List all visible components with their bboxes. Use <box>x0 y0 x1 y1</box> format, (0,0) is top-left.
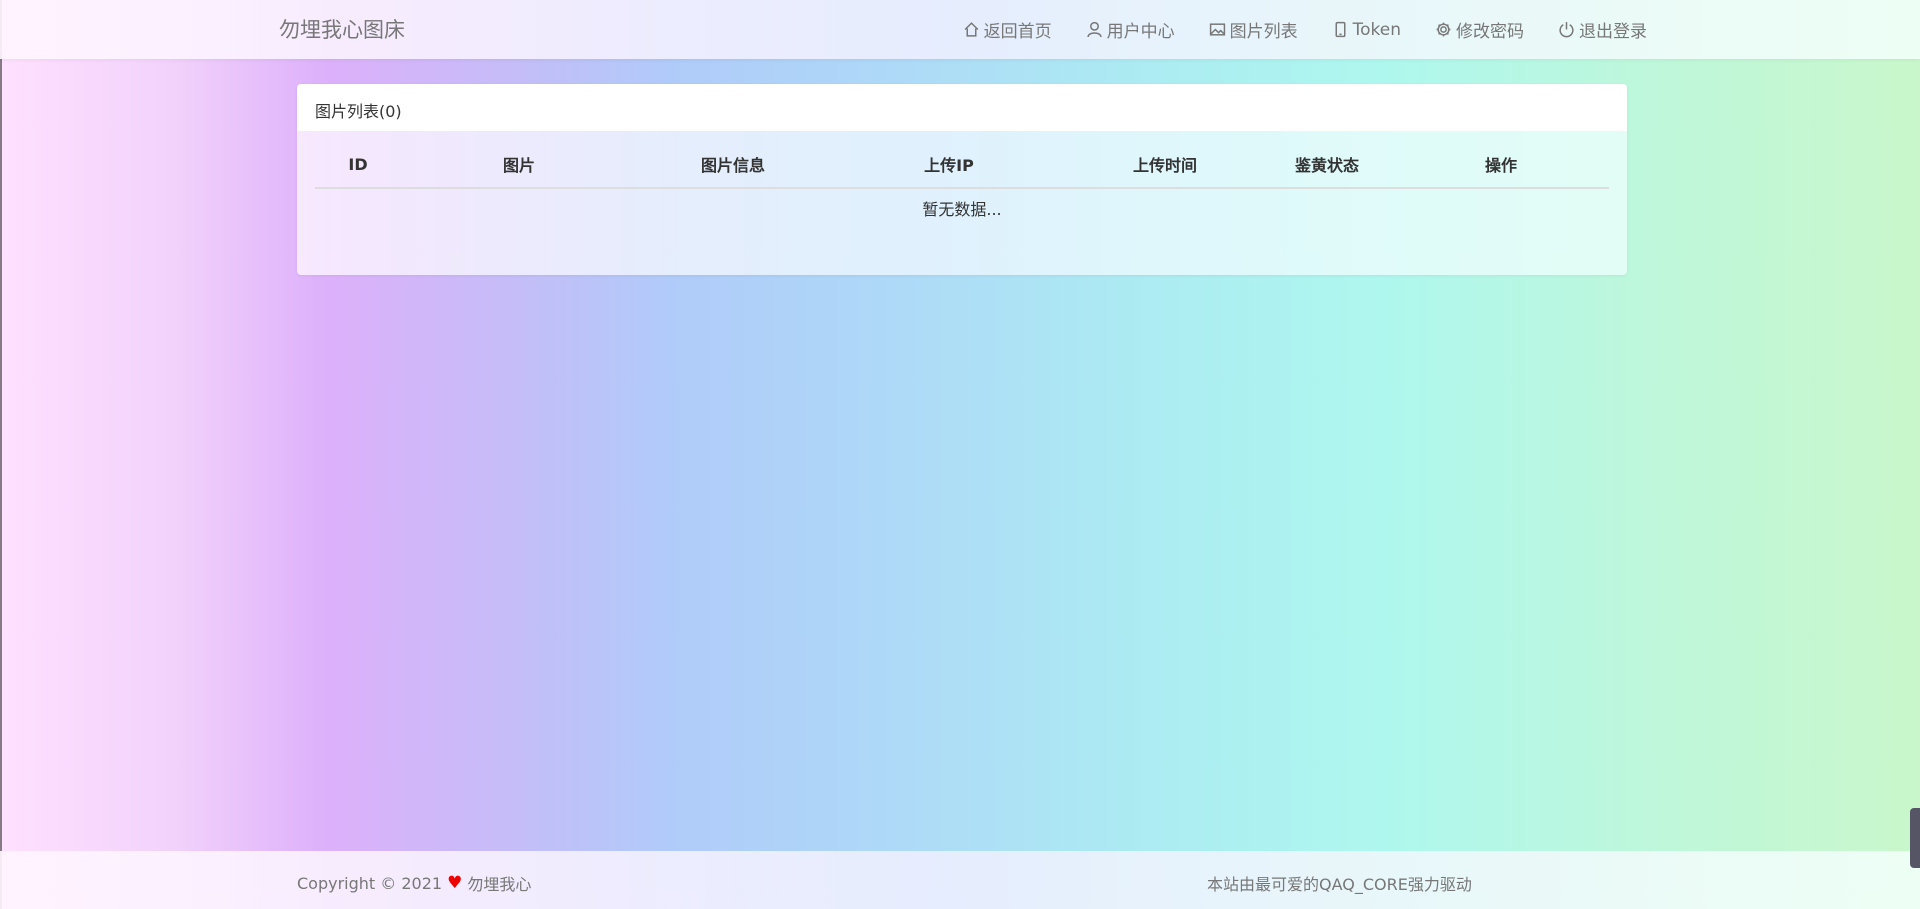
copyright-text: Copyright © 2021 <box>297 873 443 893</box>
side-scroll-handle[interactable] <box>1910 808 1920 868</box>
column-header-actions: 操作 <box>1393 141 1609 189</box>
gear-icon <box>1436 22 1451 37</box>
phone-icon <box>1335 21 1346 38</box>
table-row: 暂无数据... <box>315 188 1609 226</box>
nav-item-user-center[interactable]: 用户中心 <box>1086 17 1175 42</box>
nav-item-logout[interactable]: 退出登录 <box>1558 17 1647 42</box>
empty-state-text: 暂无数据... <box>922 199 1002 219</box>
table-header-row: ID 图片 图片信息 上传IP 上传时间 鉴黄状态 操作 <box>315 141 1609 189</box>
nav-item-label: 用户中心 <box>1106 22 1175 42</box>
user-icon <box>1087 21 1102 38</box>
nav-item-label: 图片列表 <box>1229 22 1298 42</box>
nav-item-image-list[interactable]: 图片列表 <box>1209 17 1298 42</box>
image-list-panel: 图片列表(0) ID 图片 图片信息 上传IP 上传时间 鉴黄状态 操作 暂无数… <box>297 84 1627 275</box>
nav-item-change-password[interactable]: 修改密码 <box>1435 17 1524 42</box>
window-edge <box>0 0 2 909</box>
nav-item-home[interactable]: 返回首页 <box>963 17 1052 42</box>
column-header-id: ID <box>315 141 401 189</box>
column-header-moderation-status: 鉴黄状态 <box>1261 141 1393 189</box>
nav-item-label: 修改密码 <box>1456 22 1524 42</box>
power-icon <box>1559 22 1574 38</box>
footer: Copyright © 2021 ♥ 勿埋我心 本站由最可爱的QAQ_CORE强… <box>0 851 1920 909</box>
brand-logo-text[interactable]: 勿埋我心图床 <box>279 14 405 44</box>
column-header-image-info: 图片信息 <box>637 141 829 189</box>
image-table: ID 图片 图片信息 上传IP 上传时间 鉴黄状态 操作 暂无数据... <box>315 141 1609 226</box>
home-icon <box>964 22 979 37</box>
image-icon <box>1209 23 1225 36</box>
nav-item-label: Token <box>1352 19 1401 40</box>
heart-icon: ♥ <box>447 873 463 893</box>
column-header-upload-time: 上传时间 <box>1069 141 1261 189</box>
column-header-image: 图片 <box>401 141 637 189</box>
column-header-upload-ip: 上传IP <box>829 141 1069 189</box>
top-navbar: 勿埋我心图床 返回首页 用户中心 图片列表 Token 修改密码 退出登录 <box>0 0 1920 59</box>
nav-item-label: 退出登录 <box>1579 22 1647 42</box>
nav-item-label: 返回首页 <box>983 22 1052 42</box>
nav-item-token[interactable]: Token <box>1332 17 1401 42</box>
nav-menu: 返回首页 用户中心 图片列表 Token 修改密码 退出登录 <box>929 17 1647 42</box>
panel-title: 图片列表(0) <box>297 84 1627 131</box>
owner-link[interactable]: 勿埋我心 <box>467 871 531 895</box>
panel-body: ID 图片 图片信息 上传IP 上传时间 鉴黄状态 操作 暂无数据... <box>297 131 1627 236</box>
footer-copyright: Copyright © 2021 ♥ 勿埋我心 <box>297 871 531 895</box>
footer-powered-by: 本站由最可爱的QAQ_CORE强力驱动 <box>1207 875 1472 894</box>
